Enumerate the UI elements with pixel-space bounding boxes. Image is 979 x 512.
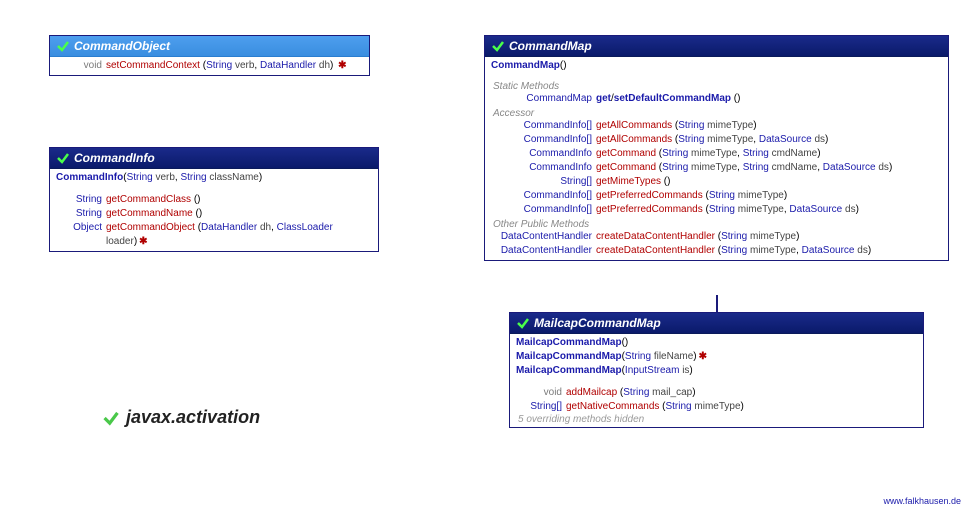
method-row: CommandInfo getCommand (String mimeType,… — [489, 161, 944, 175]
params: (String verb, DataHandler dh) — [203, 60, 334, 71]
class-box-command-object: CommandObject void setCommandContext (St… — [49, 35, 370, 76]
class-title: CommandInfo — [74, 151, 155, 165]
class-title: CommandObject — [74, 39, 170, 53]
class-header: MailcapCommandMap — [510, 313, 923, 334]
class-header: CommandInfo — [50, 148, 378, 169]
method-row: String getCommandClass () — [54, 193, 374, 207]
method-row: CommandInfo[] getAllCommands (String mim… — [489, 119, 944, 133]
method-row: CommandMap get/setDefaultCommandMap () — [489, 92, 944, 106]
constructor-row: MailcapCommandMap (InputStream is) — [514, 364, 919, 378]
section-static: Static Methods — [489, 81, 944, 92]
method-row: void setCommandContext (String verb, Dat… — [54, 59, 365, 73]
check-icon — [56, 39, 70, 53]
method-row: String[] getMimeTypes () — [489, 175, 944, 189]
check-icon — [491, 39, 505, 53]
class-header: CommandObject — [50, 36, 369, 57]
class-box-command-info: CommandInfo CommandInfo (String verb, St… — [49, 147, 379, 252]
check-icon — [102, 409, 120, 427]
throws-icon: ✱ — [336, 60, 346, 71]
constructor-row: MailcapCommandMap (String fileName)✱ — [514, 350, 919, 364]
class-box-mailcap: MailcapCommandMap MailcapCommandMap () M… — [509, 312, 924, 428]
inheritance-connector — [716, 295, 718, 312]
method-row: Object getCommandObject (DataHandler dh,… — [54, 221, 374, 249]
package-label: javax.activation — [102, 407, 260, 428]
check-icon — [516, 316, 530, 330]
method-row: CommandInfo[] getPreferredCommands (Stri… — [489, 203, 944, 217]
class-body: CommandInfo (String verb, String classNa… — [50, 169, 378, 251]
method-row: DataContentHandler createDataContentHand… — [489, 230, 944, 244]
method-row: DataContentHandler createDataContentHand… — [489, 244, 944, 258]
method-row: CommandInfo[] getPreferredCommands (Stri… — [489, 189, 944, 203]
hidden-methods-note: 5 overriding methods hidden — [514, 414, 919, 425]
section-other: Other Public Methods — [489, 219, 944, 230]
section-accessor: Accessor — [489, 108, 944, 119]
class-box-command-map: CommandMap CommandMap () Static Methods … — [484, 35, 949, 261]
method-row: void addMailcap (String mail_cap) — [514, 386, 919, 400]
method-row: String getCommandName () — [54, 207, 374, 221]
class-title: CommandMap — [509, 39, 592, 53]
footer-credit: www.falkhausen.de — [883, 496, 961, 506]
constructor-row: CommandMap () — [489, 59, 944, 73]
class-body: MailcapCommandMap () MailcapCommandMap (… — [510, 334, 923, 427]
constructor-row: MailcapCommandMap () — [514, 336, 919, 350]
method-row: CommandInfo getCommand (String mimeType,… — [489, 147, 944, 161]
method-row: String[] getNativeCommands (String mimeT… — [514, 400, 919, 414]
class-header: CommandMap — [485, 36, 948, 57]
method-row: CommandInfo[] getAllCommands (String mim… — [489, 133, 944, 147]
constructor-row: CommandInfo (String verb, String classNa… — [54, 171, 374, 185]
check-icon — [56, 151, 70, 165]
class-body: CommandMap () Static Methods CommandMap … — [485, 57, 948, 260]
class-title: MailcapCommandMap — [534, 316, 661, 330]
class-body: void setCommandContext (String verb, Dat… — [50, 57, 369, 75]
